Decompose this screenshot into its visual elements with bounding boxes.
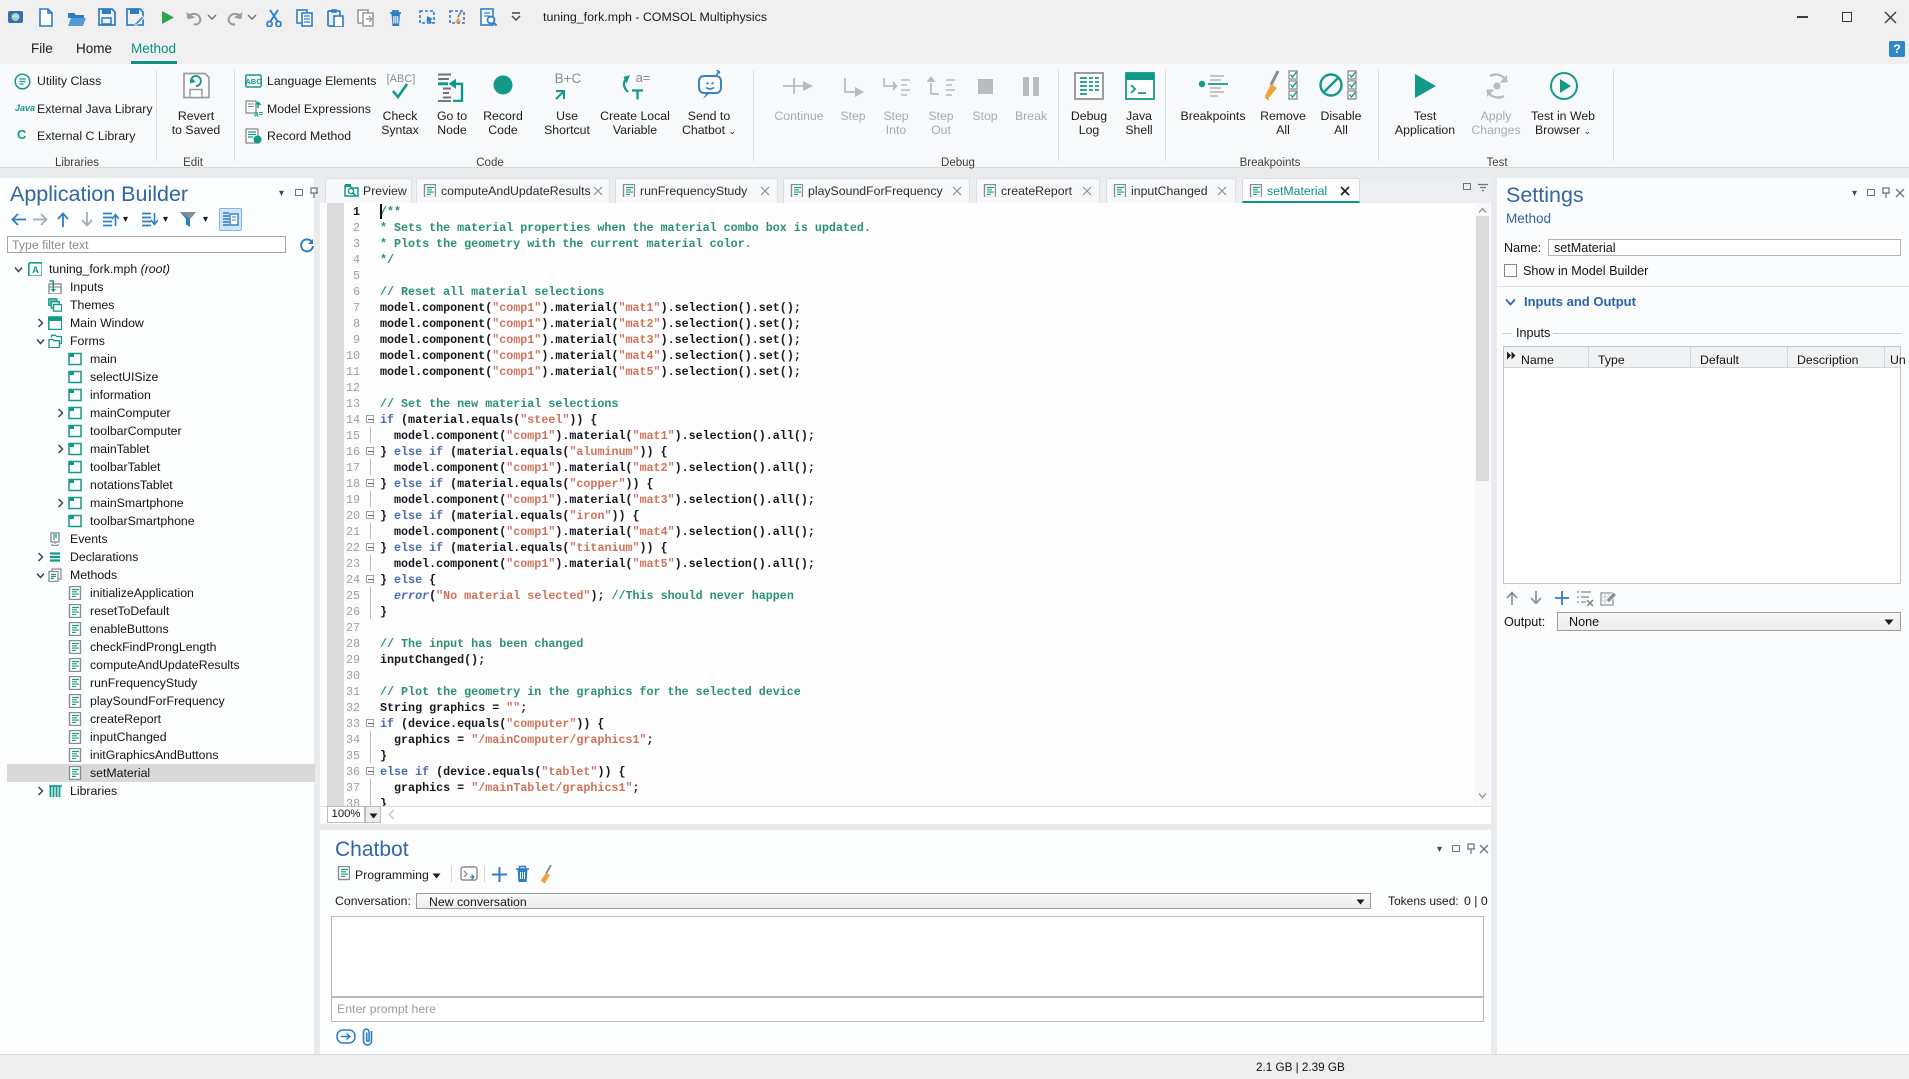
svg-text:B+C: B+C bbox=[555, 71, 582, 86]
svg-text:a=: a= bbox=[254, 110, 263, 118]
svg-text:[ABC]: [ABC] bbox=[387, 73, 416, 85]
svg-text:ABC: ABC bbox=[245, 77, 262, 86]
svg-text:A: A bbox=[32, 265, 39, 276]
svg-text:a=: a= bbox=[636, 70, 651, 85]
